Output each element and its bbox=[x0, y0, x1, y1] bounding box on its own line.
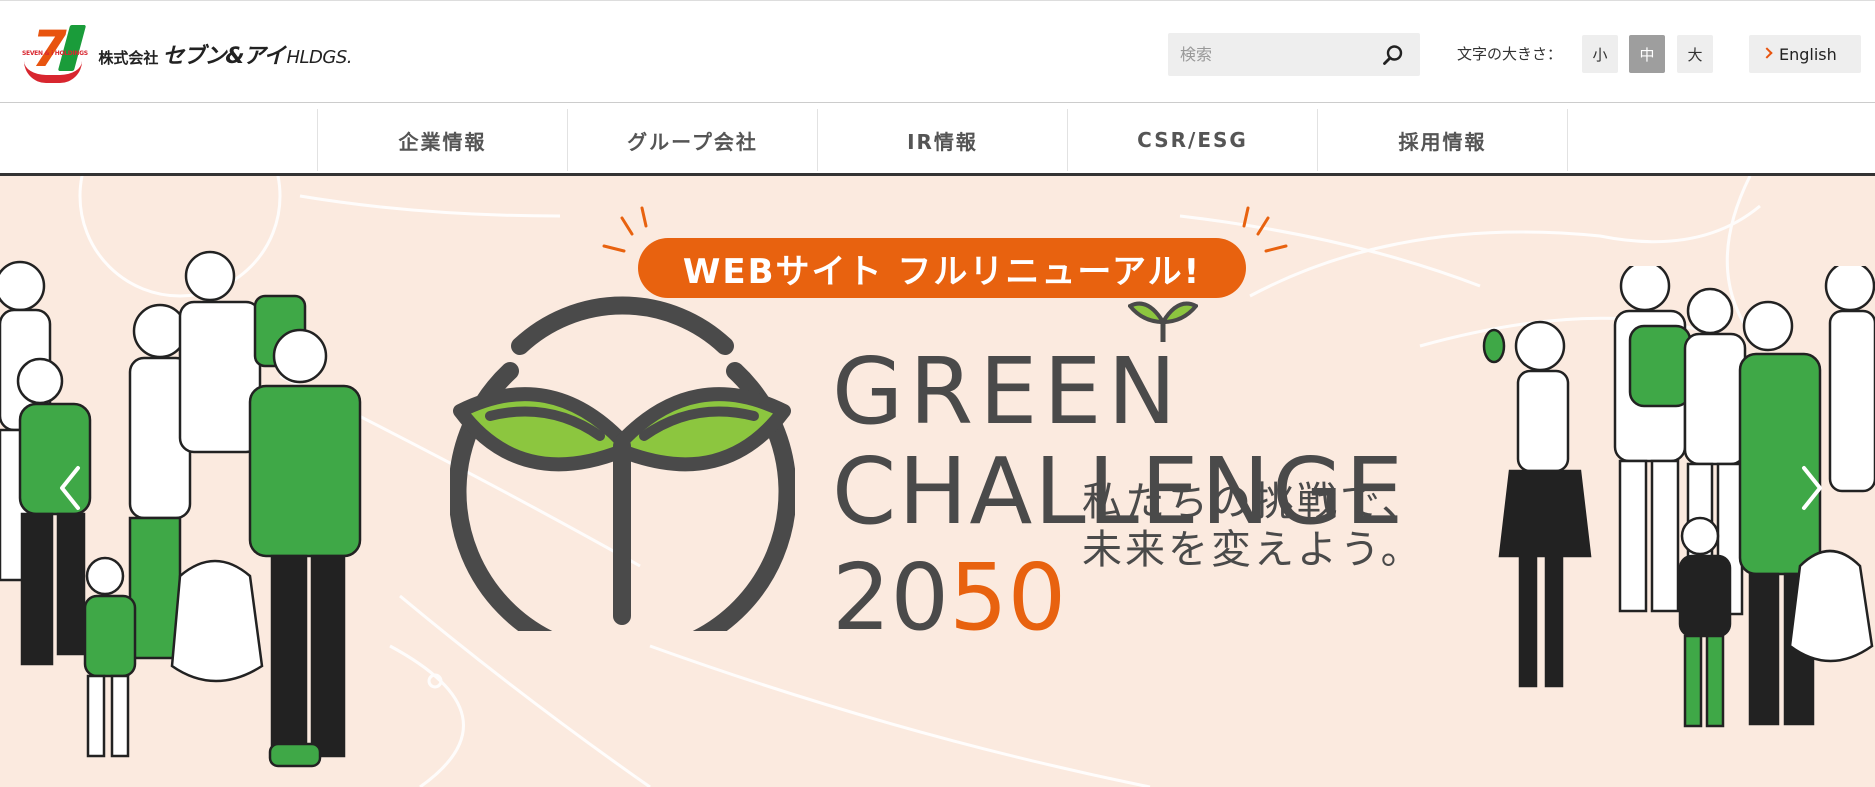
small-sprout-icon bbox=[1128, 301, 1198, 342]
site-header: 7 SEVEN & i HOLDINGS 株式会社 セブン&アイ HLDGS. … bbox=[0, 0, 1875, 102]
sprout-logo-icon bbox=[450, 296, 795, 631]
page: 7 SEVEN & i HOLDINGS 株式会社 セブン&アイ HLDGS. … bbox=[0, 0, 1875, 787]
nav-item-group-companies[interactable]: グループ会社 bbox=[568, 109, 818, 171]
slider-prev-arrow-icon[interactable] bbox=[50, 458, 90, 518]
english-link[interactable]: English bbox=[1749, 35, 1861, 73]
search-icon[interactable] bbox=[1382, 44, 1404, 66]
year-part-1: 20 bbox=[832, 544, 950, 651]
font-size-medium-button[interactable]: 中 bbox=[1629, 35, 1665, 73]
english-label: English bbox=[1779, 44, 1837, 64]
nav-item-recruit[interactable]: 採用情報 bbox=[1318, 109, 1568, 171]
search-input[interactable] bbox=[1168, 33, 1368, 76]
company-suffix: HLDGS. bbox=[286, 47, 352, 68]
title-green: GREEN bbox=[832, 338, 1183, 445]
seven-and-i-logo-icon: 7 SEVEN & i HOLDINGS bbox=[22, 23, 88, 85]
tagline-line-2: 未来を変えよう。 bbox=[1082, 527, 1424, 573]
slider-next-arrow-icon[interactable] bbox=[1792, 458, 1832, 518]
green-challenge-title: GREEN CHALLENGE 2050 bbox=[832, 338, 1403, 644]
company-name: 株式会社 セブン&アイ HLDGS. bbox=[98, 38, 352, 70]
global-nav: 企業情報 グループ会社 IR情報 CSR/ESG 採用情報 bbox=[0, 102, 1875, 176]
search-box bbox=[1168, 33, 1420, 76]
nav-item-csr-esg[interactable]: CSR/ESG bbox=[1068, 109, 1318, 171]
chevron-right-icon bbox=[1761, 47, 1773, 59]
year-part-2: 50 bbox=[949, 544, 1067, 651]
site-logo[interactable]: 7 SEVEN & i HOLDINGS 株式会社 セブン&アイ HLDGS. bbox=[22, 23, 352, 85]
nav-item-corporate[interactable]: 企業情報 bbox=[318, 109, 568, 171]
hero-slider[interactable]: WEBサイト フルリニューアル! GREEN CHALLENGE 2050 私た… bbox=[0, 176, 1875, 787]
hero-tagline: 私たちの挑戦で、 未来を変えよう。 bbox=[1082, 478, 1424, 574]
font-size-large-button[interactable]: 大 bbox=[1677, 35, 1713, 73]
title-year: 2050 bbox=[832, 552, 1066, 644]
people-illustration-right bbox=[1482, 266, 1875, 728]
font-size-small-button[interactable]: 小 bbox=[1582, 35, 1618, 73]
company-prefix: 株式会社 bbox=[98, 49, 159, 67]
font-size-label: 文字の大きさ： bbox=[1457, 45, 1563, 63]
company-name-main: セブン&アイ bbox=[162, 44, 285, 69]
renewal-banner: WEBサイト フルリニューアル! bbox=[638, 238, 1246, 298]
nav-item-ir[interactable]: IR情報 bbox=[818, 109, 1068, 171]
tagline-line-1: 私たちの挑戦で、 bbox=[1082, 479, 1425, 525]
